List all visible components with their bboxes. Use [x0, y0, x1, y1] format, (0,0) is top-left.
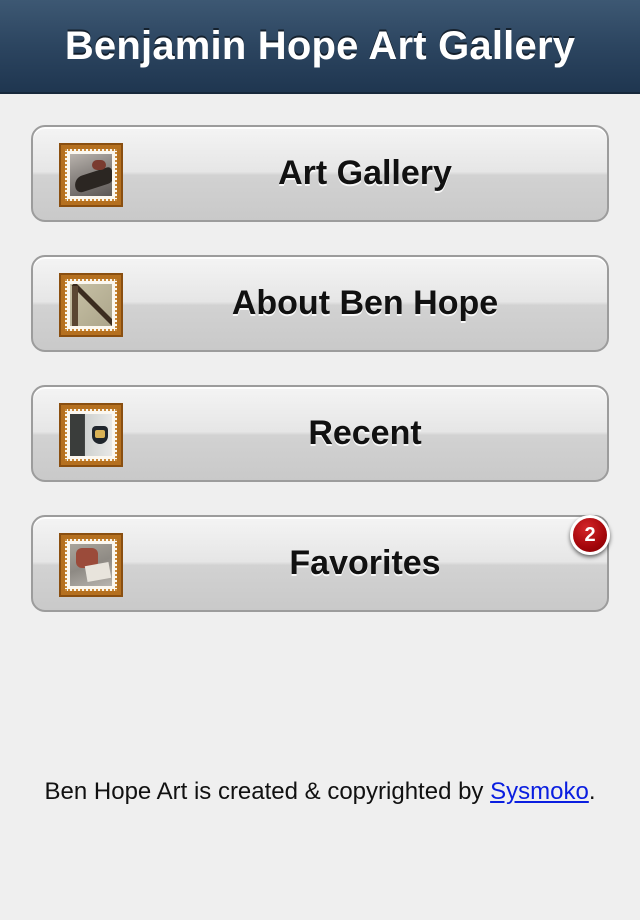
art-gallery-label: Art Gallery: [278, 154, 452, 192]
art-gallery-button[interactable]: Art Gallery: [31, 125, 609, 222]
main-menu: Art Gallery About Ben Hope Recent Favori…: [31, 125, 610, 645]
art-gallery-thumbnail-icon: [59, 143, 123, 207]
favorites-button[interactable]: Favorites 2: [31, 515, 610, 612]
navigation-bar: Benjamin Hope Art Gallery: [0, 0, 640, 94]
footer-text: Ben Hope Art is created & copyrighted by: [44, 778, 491, 805]
sysmoko-link[interactable]: Sysmoko: [490, 778, 589, 805]
page-title: Benjamin Hope Art Gallery: [64, 23, 576, 68]
favorites-count-badge: 2: [570, 515, 610, 555]
recent-label: Recent: [308, 414, 422, 452]
recent-button[interactable]: Recent: [31, 385, 609, 482]
copyright-footer: Ben Hope Art is created & copyrighted by…: [0, 778, 640, 806]
about-ben-hope-button[interactable]: About Ben Hope: [31, 255, 609, 352]
app-screen: Benjamin Hope Art Gallery Art Gallery Ab…: [0, 0, 640, 920]
recent-thumbnail-icon: [59, 403, 123, 467]
about-ben-hope-label: About Ben Hope: [231, 284, 499, 322]
footer-period: .: [588, 778, 596, 805]
favorites-label: Favorites: [289, 544, 441, 582]
favorites-thumbnail-icon: [59, 533, 123, 597]
about-thumbnail-icon: [59, 273, 123, 337]
